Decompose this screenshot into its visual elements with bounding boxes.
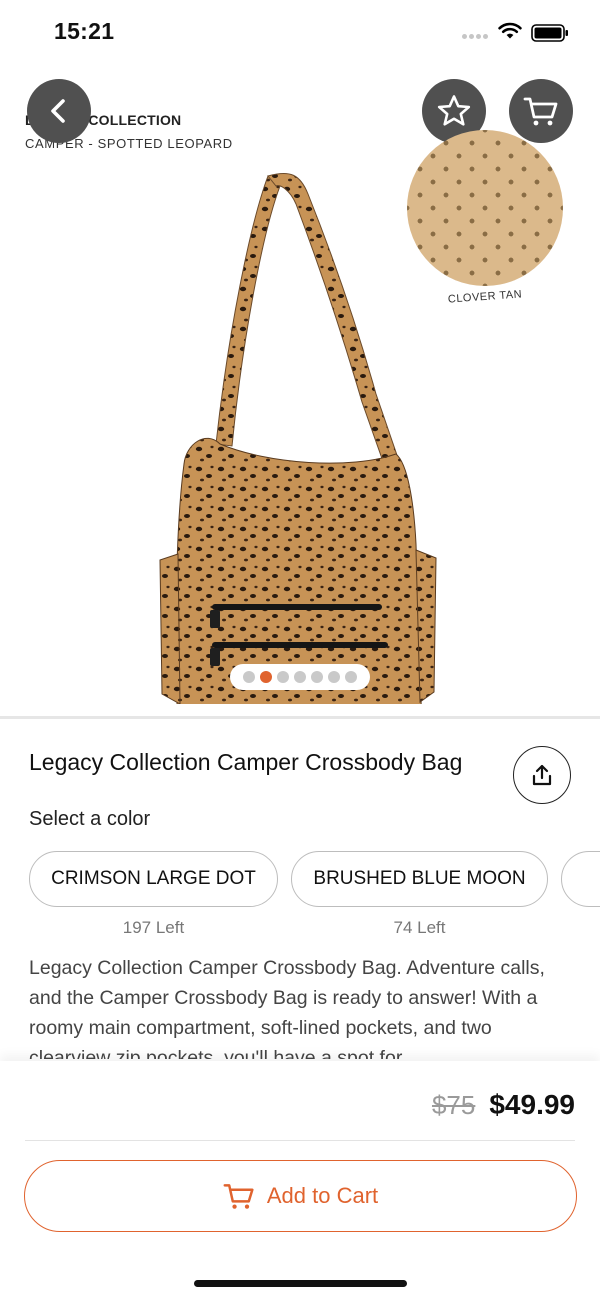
carousel-dot[interactable] (328, 671, 340, 683)
product-image[interactable] (150, 164, 450, 704)
sale-price: $49.99 (489, 1089, 575, 1120)
back-button[interactable] (27, 79, 91, 143)
carousel-dots[interactable] (230, 664, 370, 690)
share-icon (532, 764, 552, 786)
wifi-icon (498, 22, 522, 39)
carousel-dot[interactable] (243, 671, 255, 683)
color-swatch[interactable]: CLOVER TAN (407, 130, 563, 306)
share-button[interactable] (513, 746, 571, 804)
carousel-dot[interactable] (294, 671, 306, 683)
status-bar: 15:21 (0, 0, 600, 64)
add-to-cart-button[interactable]: Add to Cart (24, 1160, 577, 1232)
divider (0, 716, 600, 719)
price-row: $75 $49.99 (432, 1089, 575, 1121)
status-time: 15:21 (54, 18, 115, 44)
original-price: $75 (431, 1090, 476, 1120)
add-to-cart-label: Add to Cart (266, 1183, 379, 1208)
product-title: Legacy Collection Camper Crossbody Bag (29, 749, 463, 775)
product-hero: LEGACY COLLECTION CAMPER - SPOTTED LEOPA… (0, 64, 600, 716)
carousel-dot-active[interactable] (260, 671, 272, 683)
bottom-bar: $75 $49.99 Add to Cart (0, 1061, 600, 1299)
star-icon (437, 95, 471, 126)
stock-count: 197 Left (122, 918, 185, 937)
color-option-brushed-blue-moon[interactable]: BRUSHED BLUE MOON (291, 851, 548, 907)
cart-icon (523, 97, 558, 126)
battery-icon (531, 24, 568, 42)
divider (25, 1140, 575, 1141)
carousel-dot[interactable] (311, 671, 323, 683)
stock-count: 74 Left (393, 918, 446, 937)
back-icon (51, 99, 65, 123)
product-description: Legacy Collection Camper Crossbody Bag. … (29, 957, 545, 1059)
color-option-more[interactable] (561, 851, 600, 907)
home-indicator (194, 1280, 407, 1287)
color-options: CRIMSON LARGE DOT BRUSHED BLUE MOON (29, 851, 600, 909)
select-color-label: Select a color (29, 808, 151, 830)
cart-icon (223, 1184, 254, 1209)
carousel-dot[interactable] (277, 671, 289, 683)
carousel-dot[interactable] (345, 671, 357, 683)
swatch-pattern (407, 130, 563, 286)
color-option-crimson-large-dot[interactable]: CRIMSON LARGE DOT (29, 851, 278, 907)
signal-icon (462, 34, 488, 39)
